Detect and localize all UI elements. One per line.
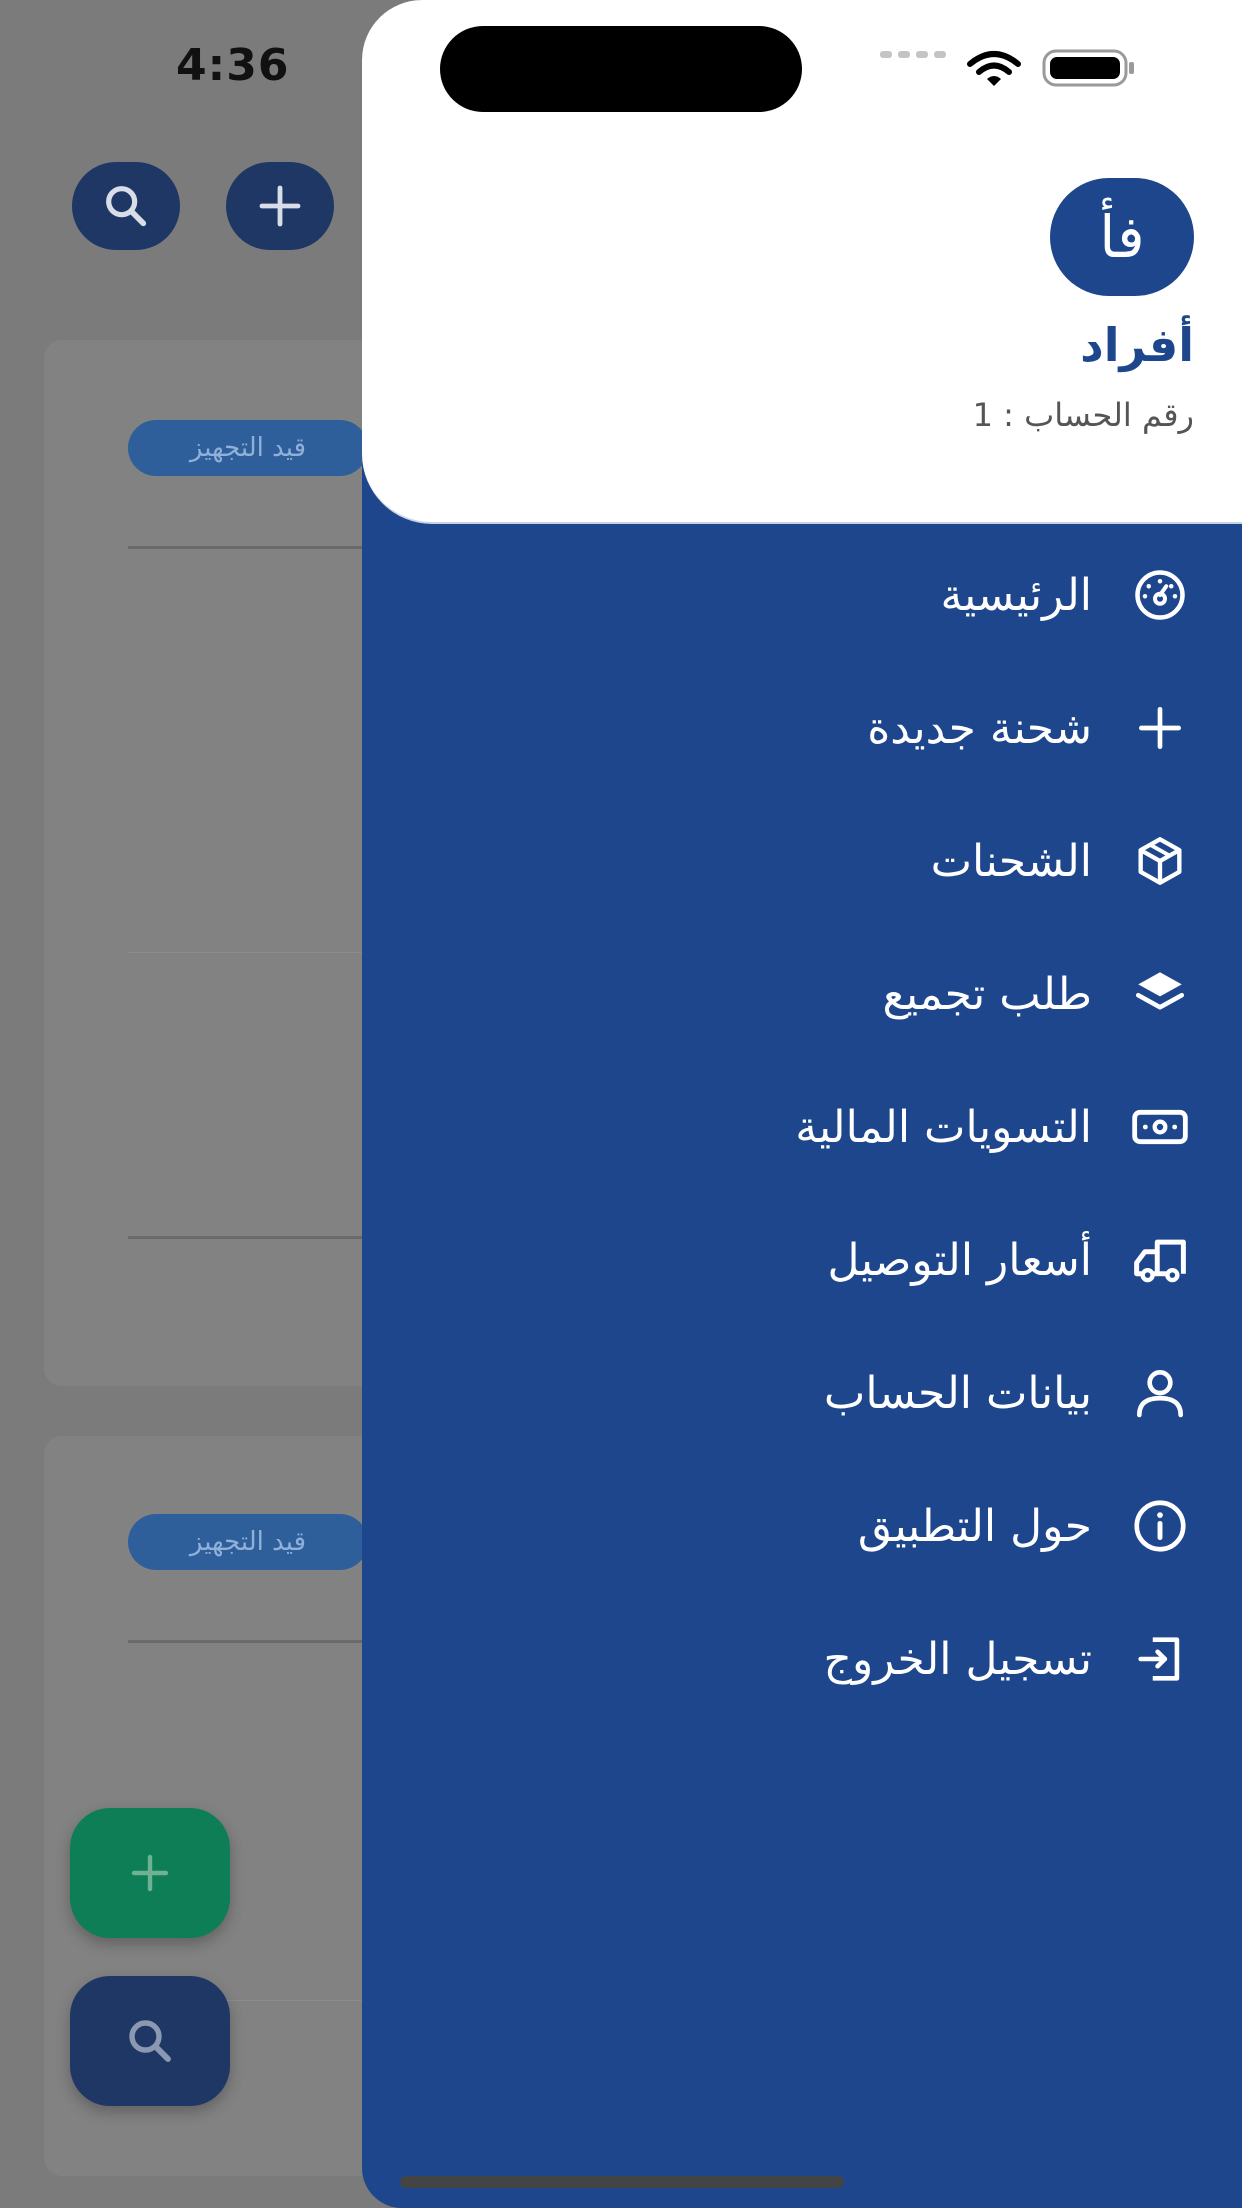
plus-icon [259, 185, 301, 227]
menu-item-settlements[interactable]: التسويات المالية [362, 1072, 1242, 1182]
menu-item-label: حول التطبيق [857, 1500, 1092, 1552]
money-icon [1124, 1091, 1196, 1163]
add-button[interactable] [226, 162, 334, 250]
navigation-drawer: فأ أفراد رقم الحساب : 1 الرئيسية شحنة جد… [362, 0, 1242, 2208]
menu-item-logout[interactable]: تسجيل الخروج [362, 1604, 1242, 1714]
status-time: 4:36 [176, 40, 290, 91]
menu-item-pickup-request[interactable]: طلب تجميع [362, 939, 1242, 1049]
menu-item-new-shipment[interactable]: شحنة جديدة [362, 673, 1242, 783]
menu-item-account-info[interactable]: بيانات الحساب [362, 1338, 1242, 1448]
menu-item-label: أسعار التوصيل [827, 1234, 1092, 1286]
drawer-header: فأ أفراد رقم الحساب : 1 [362, 0, 1242, 524]
cellular-signal-icon [880, 51, 946, 58]
battery-icon [1042, 49, 1134, 87]
menu-item-label: الشحنات [930, 835, 1092, 887]
search-icon [106, 186, 147, 227]
logout-icon [1124, 1623, 1196, 1695]
menu-item-label: الرئيسية [940, 569, 1092, 621]
menu-item-label: بيانات الحساب [823, 1367, 1092, 1419]
wifi-icon [967, 51, 1021, 86]
truck-icon [1124, 1224, 1196, 1296]
menu-item-about-app[interactable]: حول التطبيق [362, 1471, 1242, 1581]
plus-icon [131, 1854, 169, 1892]
menu-item-label: شحنة جديدة [867, 702, 1092, 754]
menu-item-label: تسجيل الخروج [823, 1633, 1092, 1685]
avatar: فأ [1050, 178, 1194, 296]
menu-item-label: طلب تجميع [882, 968, 1092, 1020]
user-name: أفراد [1080, 318, 1194, 372]
home-indicator [400, 2176, 844, 2188]
menu-item-label: التسويات المالية [795, 1101, 1092, 1153]
status-badge: قيد التجهيز [128, 420, 368, 476]
box-icon [1124, 825, 1196, 897]
user-icon [1124, 1357, 1196, 1429]
dynamic-island [440, 26, 802, 112]
fab-search-button[interactable] [70, 1976, 230, 2106]
dashboard-icon [1124, 559, 1196, 631]
status-badge: قيد التجهيز [128, 1514, 368, 1570]
plus-icon [1124, 692, 1196, 764]
menu-item-shipments[interactable]: الشحنات [362, 806, 1242, 916]
menu-item-delivery-prices[interactable]: أسعار التوصيل [362, 1205, 1242, 1315]
menu-item-home[interactable]: الرئيسية [362, 540, 1242, 650]
layers-icon [1124, 958, 1196, 1030]
fab-add-button[interactable] [70, 1808, 230, 1938]
search-button[interactable] [72, 162, 180, 250]
account-number: رقم الحساب : 1 [972, 396, 1194, 434]
info-icon [1124, 1490, 1196, 1562]
search-icon [129, 2020, 171, 2062]
